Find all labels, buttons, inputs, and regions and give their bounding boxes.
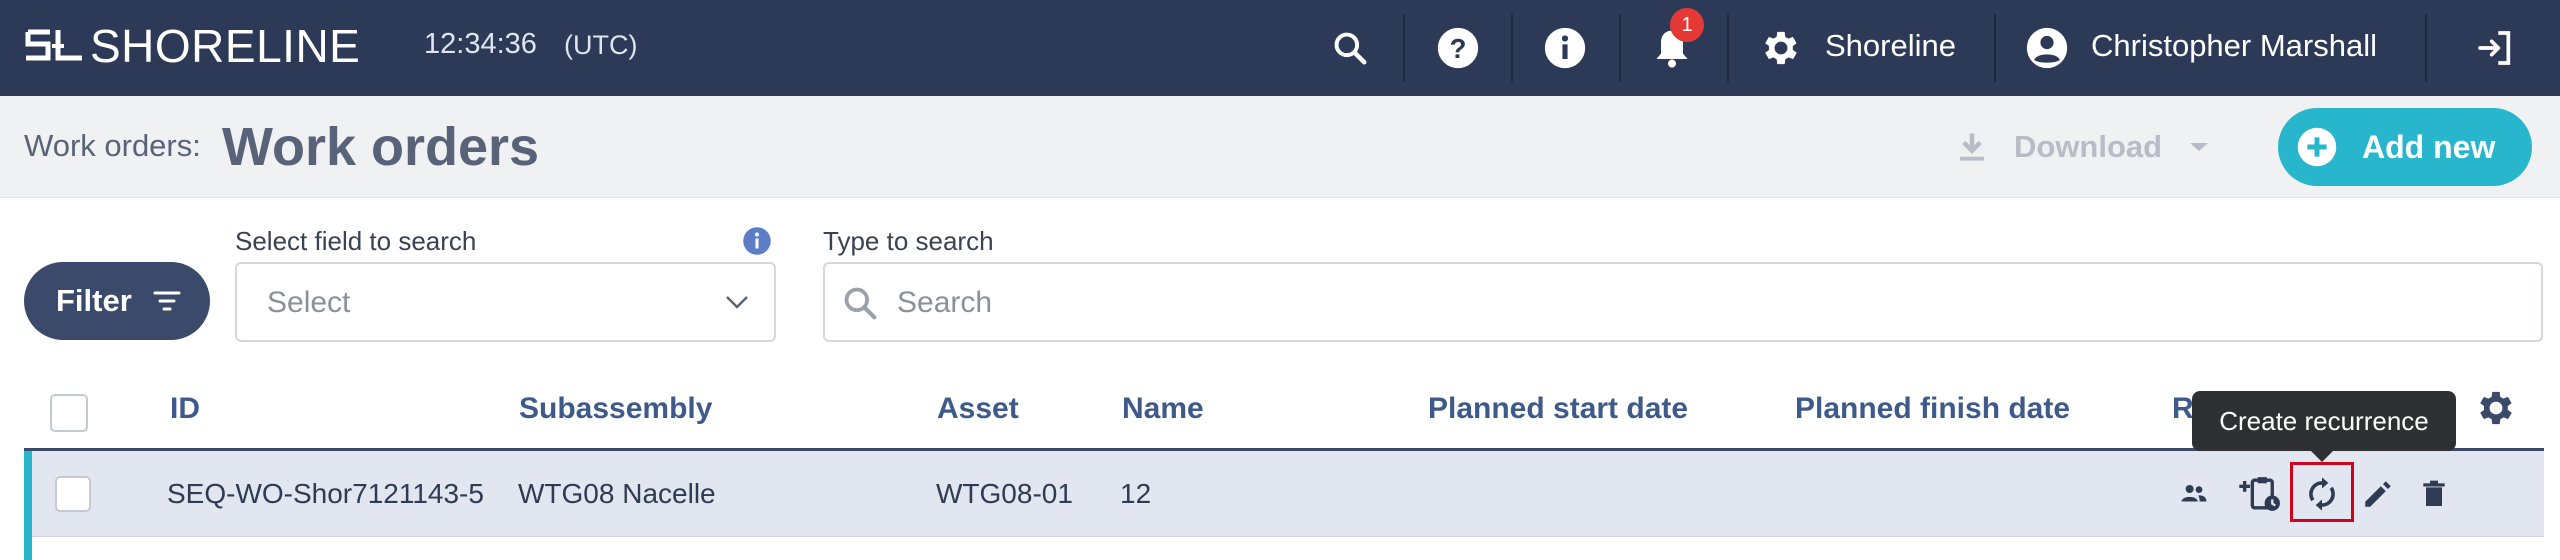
column-header-planned-start[interactable]: Planned start date [1428, 392, 1688, 426]
edit-icon [2365, 481, 2391, 507]
cell-subassembly: WTG08 Nacelle [518, 478, 716, 509]
info-icon [1544, 27, 1586, 69]
clock-time: 12:34:36 [424, 28, 537, 60]
recurrence-tooltip: Create recurrence [2192, 391, 2456, 451]
table-row[interactable] [24, 538, 2544, 560]
recurrence-highlight-box [2290, 462, 2354, 522]
delete-icon [2423, 480, 2445, 506]
column-header-planned-finish[interactable]: Planned finish date [1795, 392, 2070, 426]
search-input[interactable]: Search [823, 262, 2543, 342]
nav-divider [1511, 14, 1513, 82]
page-header: Work orders: Work orders Download Add ne… [0, 96, 2560, 198]
breadcrumb[interactable]: Work orders: [24, 128, 201, 164]
user-icon [2026, 27, 2068, 69]
download-icon [1960, 133, 1984, 161]
field-select-value: Select [267, 286, 351, 319]
user-name[interactable]: Christopher Marshall [2091, 28, 2377, 64]
search-icon [1334, 32, 1367, 65]
search-button[interactable] [1320, 0, 1380, 96]
filter-label: Filter [56, 283, 132, 318]
add-new-button[interactable]: Add new [2278, 108, 2532, 186]
nav-divider [1619, 14, 1621, 82]
nav-divider [1727, 14, 1729, 82]
logo-text: SHORELINE [90, 20, 361, 72]
field-select[interactable]: Select [235, 262, 776, 342]
download-label: Download [2014, 129, 2163, 164]
assign-people-button[interactable] [2168, 468, 2220, 520]
help-button[interactable]: ? [1428, 0, 1488, 96]
cell-id[interactable]: SEQ-WO-Shor7121143-5 [167, 478, 484, 510]
tooltip-arrow [2310, 450, 2334, 462]
user-menu-button[interactable] [2022, 0, 2072, 96]
add-clipboard-icon [2239, 477, 2280, 511]
org-name[interactable]: Shoreline [1825, 28, 1956, 64]
notification-badge: 1 [1670, 8, 1704, 42]
select-all-checkbox[interactable] [50, 394, 88, 432]
people-icon [2181, 485, 2207, 502]
org-settings-button[interactable] [1756, 0, 1806, 96]
settings-icon[interactable] [2474, 386, 2518, 430]
row-accent-bar [24, 451, 32, 560]
clock-timezone: (UTC) [564, 30, 638, 60]
column-header-id[interactable]: ID [170, 392, 200, 426]
download-button[interactable]: Download [1954, 122, 2210, 172]
page-title: Work orders [222, 117, 540, 177]
top-bar: SHORELINE 12:34:36 (UTC) ? 1 Shoreline C… [0, 0, 2560, 96]
add-task-button[interactable] [2234, 468, 2286, 520]
add-new-label: Add new [2362, 128, 2496, 165]
chevron-down-icon [726, 296, 748, 309]
cell-asset: WTG08-01 [936, 478, 1073, 509]
help-icon: ? [1437, 27, 1479, 69]
column-header-truncated[interactable]: R [2172, 392, 2194, 426]
field-select-label: Select field to search [235, 226, 477, 256]
logout-button[interactable] [2470, 0, 2520, 96]
edit-button[interactable] [2352, 468, 2404, 520]
gear-icon [1765, 31, 1797, 65]
search-icon [844, 287, 877, 320]
nav-divider [2425, 14, 2427, 82]
nav-divider [1403, 14, 1405, 82]
row-checkbox[interactable] [55, 476, 91, 512]
plus-circle-icon [2297, 127, 2337, 167]
logout-icon [2478, 31, 2511, 65]
nav-divider [1994, 14, 1996, 82]
search-label: Type to search [823, 226, 994, 256]
chevron-down-icon [2190, 143, 2209, 151]
delete-button[interactable] [2408, 468, 2460, 520]
svg-text:?: ? [1450, 33, 1467, 64]
app-logo[interactable]: SHORELINE [24, 20, 360, 72]
column-header-name[interactable]: Name [1122, 392, 1204, 426]
logo-icon [25, 29, 82, 61]
filter-icon [153, 291, 181, 311]
filter-button[interactable]: Filter [24, 262, 210, 340]
column-header-subassembly[interactable]: Subassembly [519, 392, 712, 426]
search-placeholder: Search [897, 286, 993, 319]
column-header-asset[interactable]: Asset [937, 392, 1019, 426]
info-icon[interactable] [742, 226, 772, 256]
info-button[interactable] [1535, 0, 1595, 96]
cell-name: 12 [1120, 478, 1152, 509]
